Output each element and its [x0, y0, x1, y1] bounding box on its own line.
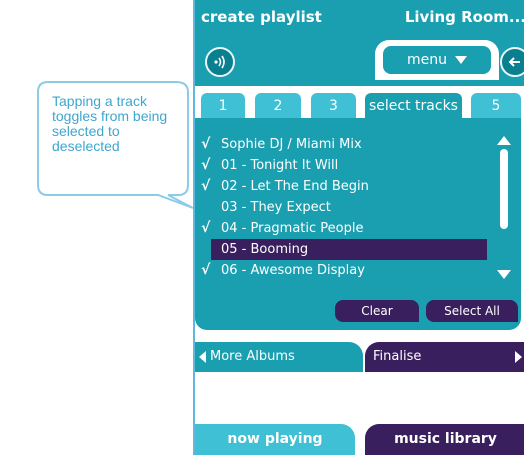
navigation-row: More Albums Finalise — [195, 342, 524, 372]
callout-text: Tapping a track toggles from being selec… — [52, 93, 168, 154]
finalise-button[interactable]: Finalise — [365, 342, 524, 372]
track-label: 02 - Let The End Begin — [221, 179, 369, 194]
track-label: 06 - Awesome Display — [221, 263, 365, 278]
tab-music-library[interactable]: music library — [365, 424, 524, 455]
speaker-icon — [214, 55, 225, 69]
menu-button-inner[interactable]: menu — [383, 46, 491, 74]
more-albums-label: More Albums — [210, 349, 295, 364]
tab-now-playing[interactable]: now playing — [195, 424, 355, 455]
toolbar: menu — [195, 40, 524, 86]
track-item[interactable]: √ Sophie DJ / Miami Mix — [195, 134, 495, 155]
tab-2[interactable]: 2 — [255, 93, 301, 119]
step-tabs: 1 2 3 select tracks 5 — [195, 93, 524, 119]
checkmark-icon: √ — [201, 262, 211, 278]
scrollbar[interactable] — [500, 149, 508, 229]
track-item[interactable]: √ 04 - Pragmatic People — [195, 218, 495, 239]
more-albums-button[interactable]: More Albums — [195, 342, 363, 372]
page-title: create playlist — [201, 8, 322, 26]
checkmark-icon: √ — [201, 220, 211, 236]
menu-button[interactable]: menu — [375, 40, 499, 80]
clear-button[interactable]: Clear — [335, 300, 419, 322]
scroll-up-arrow-icon[interactable] — [497, 136, 511, 145]
dropdown-triangle-icon — [455, 56, 467, 64]
tab-select-tracks[interactable]: select tracks — [365, 93, 462, 119]
device-screen: create playlist Living Room... menu 1 2 … — [193, 0, 524, 455]
track-list: √ Sophie DJ / Miami Mix √ 01 - Tonight I… — [195, 134, 495, 281]
track-label: Sophie DJ / Miami Mix — [221, 137, 362, 152]
title-bar: create playlist Living Room... — [195, 0, 524, 40]
back-button[interactable] — [500, 47, 524, 77]
track-list-panel: √ Sophie DJ / Miami Mix √ 01 - Tonight I… — [195, 118, 521, 330]
tab-5[interactable]: 5 — [471, 93, 521, 119]
finalise-label: Finalise — [373, 349, 422, 364]
track-label: 03 - They Expect — [221, 200, 331, 215]
checkmark-icon: √ — [201, 157, 211, 173]
checkmark-icon: √ — [201, 178, 211, 194]
bottom-tab-bar: now playing music library — [195, 424, 524, 455]
track-label: 01 - Tonight It Will — [221, 158, 339, 173]
right-triangle-icon — [515, 351, 522, 363]
track-label: 05 - Booming — [221, 242, 309, 257]
track-item[interactable]: √ 06 - Awesome Display — [195, 260, 495, 281]
back-arrow-icon — [508, 57, 520, 67]
track-item[interactable]: √ 01 - Tonight It Will — [195, 155, 495, 176]
room-name[interactable]: Living Room... — [405, 8, 524, 26]
speaker-button[interactable] — [205, 47, 235, 77]
menu-label: menu — [407, 52, 447, 68]
checkmark-icon: √ — [201, 136, 211, 152]
left-triangle-icon — [199, 350, 206, 363]
track-label: 04 - Pragmatic People — [221, 221, 364, 236]
tab-1[interactable]: 1 — [201, 93, 245, 119]
track-item[interactable]: √ 02 - Let The End Begin — [195, 176, 495, 197]
tab-3[interactable]: 3 — [311, 93, 356, 119]
track-item[interactable]: 03 - They Expect — [195, 197, 495, 218]
track-item-highlighted[interactable]: 05 - Booming — [211, 239, 487, 260]
scroll-down-arrow-icon[interactable] — [497, 270, 511, 279]
select-all-button[interactable]: Select All — [426, 300, 518, 322]
